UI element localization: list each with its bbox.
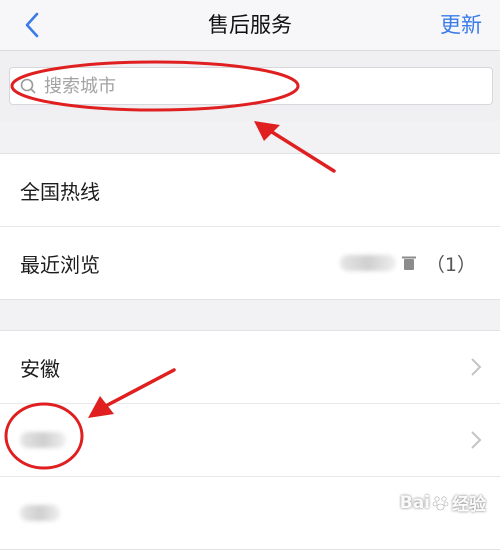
update-button[interactable]: 更新: [440, 0, 482, 50]
search-area: [0, 51, 500, 121]
chevron-right-icon: [471, 431, 482, 449]
list-item-province[interactable]: [0, 403, 500, 476]
list-item-label: 全国热线: [20, 179, 100, 204]
top-list: 全国热线 最近浏览 （1）: [0, 153, 500, 300]
recent-browse-value: （1）: [339, 227, 476, 299]
list-item-label: 安徽: [20, 356, 60, 381]
page-title: 售后服务: [208, 13, 292, 37]
baidu-watermark: Bai 经验: [399, 490, 486, 516]
watermark-text: Bai: [399, 492, 430, 513]
chevron-right-icon: [471, 358, 482, 376]
search-icon: [20, 78, 36, 94]
search-city-input[interactable]: [36, 74, 492, 98]
list-item-recent-browse[interactable]: 最近浏览 （1）: [0, 226, 500, 299]
list-item-province[interactable]: 安徽: [0, 331, 500, 403]
paw-icon: [432, 495, 449, 510]
blurred-province-name: [20, 432, 66, 448]
trash-icon: [401, 256, 416, 270]
search-box[interactable]: [9, 67, 493, 105]
watermark-suffix: 经验: [452, 495, 486, 515]
blurred-province-name: [20, 505, 60, 521]
list-item-national-hotline[interactable]: 全国热线: [0, 154, 500, 226]
list-item-label: 最近浏览: [20, 252, 100, 277]
nav-bar: 售后服务 更新: [0, 0, 500, 51]
recent-browse-count: （1）: [425, 253, 476, 276]
blurred-city-name: [339, 255, 396, 271]
province-list: 安徽: [0, 330, 500, 550]
